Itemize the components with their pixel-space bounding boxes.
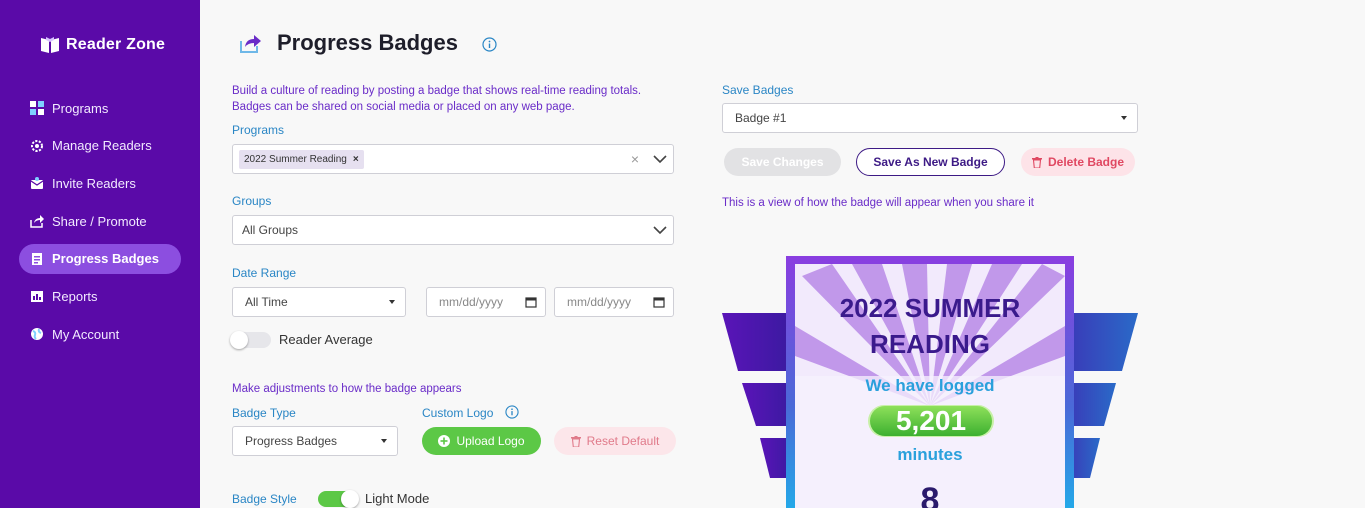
badge-style-toggle[interactable] xyxy=(318,490,359,508)
date-range-value: All Time xyxy=(245,295,288,309)
badge-type-value: Progress Badges xyxy=(245,434,338,448)
globe-icon xyxy=(30,327,44,341)
upload-logo-label: Upload Logo xyxy=(456,434,525,448)
toggle-knob xyxy=(230,331,248,349)
sidebar-item-label: Reports xyxy=(52,288,98,304)
sidebar-item-programs[interactable]: Programs xyxy=(19,93,181,123)
badge-next-value: 8 xyxy=(920,481,940,508)
trash-icon xyxy=(1031,156,1042,168)
sidebar-item-progress-badges[interactable]: Progress Badges xyxy=(19,243,181,274)
reset-default-button[interactable]: Reset Default xyxy=(554,427,676,455)
save-as-new-badge-button[interactable]: Save As New Badge xyxy=(856,148,1005,176)
end-date-input[interactable]: mm/dd/yyyy xyxy=(554,287,674,317)
adjust-label: Make adjustments to how the badge appear… xyxy=(232,383,462,395)
brand-logo[interactable]: Reader Zone xyxy=(40,36,165,54)
badge-preview: 2022 SUMMER READING We have logged 5,201… xyxy=(722,256,1138,508)
badge-title-line2: READING xyxy=(870,329,990,359)
calendar-icon[interactable] xyxy=(653,296,665,308)
program-chip-label: 2022 Summer Reading xyxy=(244,153,347,165)
book-icon xyxy=(41,37,59,53)
gear-icon xyxy=(30,139,44,153)
info-icon[interactable] xyxy=(505,405,519,419)
badge-title: 2022 SUMMER READING xyxy=(786,290,1074,362)
saved-badge-select[interactable]: Badge #1 xyxy=(722,103,1138,133)
badge-title-line1: 2022 SUMMER xyxy=(839,293,1021,323)
badge-icon xyxy=(30,252,44,266)
sidebar-item-label: Programs xyxy=(52,100,109,116)
start-date-placeholder: mm/dd/yyyy xyxy=(439,295,504,309)
badge-style-value: Light Mode xyxy=(365,491,430,506)
save-as-new-label: Save As New Badge xyxy=(873,155,988,169)
info-icon[interactable] xyxy=(482,37,497,52)
sidebar-item-invite-readers[interactable]: Invite Readers xyxy=(19,168,181,198)
toggle-knob xyxy=(341,490,359,508)
programs-label: Programs xyxy=(232,123,285,137)
brand-name: Reader Zone xyxy=(66,36,166,53)
groups-value: All Groups xyxy=(242,223,299,237)
sidebar-item-label: Invite Readers xyxy=(52,175,136,191)
upload-logo-button[interactable]: Upload Logo xyxy=(422,427,541,455)
badge-type-select[interactable]: Progress Badges xyxy=(232,426,398,456)
chevron-down-icon[interactable] xyxy=(653,154,667,164)
envelope-icon xyxy=(30,176,44,190)
sidebar-nav: Programs Manage Readers Invite Readers S… xyxy=(19,93,181,357)
sidebar-item-label: Progress Badges xyxy=(52,251,159,267)
clear-icon[interactable]: × xyxy=(631,151,639,167)
sidebar-item-my-account[interactable]: My Account xyxy=(19,319,181,349)
report-icon xyxy=(30,289,44,303)
start-date-input[interactable]: mm/dd/yyyy xyxy=(426,287,546,317)
grid-icon xyxy=(30,101,44,115)
sidebar-item-manage-readers[interactable]: Manage Readers xyxy=(19,131,181,161)
chevron-down-icon[interactable] xyxy=(653,225,667,235)
save-badges-label: Save Badges xyxy=(722,83,794,97)
badge-count: 5,201 xyxy=(895,405,967,436)
program-chip: 2022 Summer Reading × xyxy=(239,149,364,169)
caret-down-icon xyxy=(1121,116,1127,120)
save-changes-button[interactable]: Save Changes xyxy=(724,148,841,176)
groups-label: Groups xyxy=(232,194,272,208)
trash-icon xyxy=(570,435,581,447)
calendar-icon[interactable] xyxy=(525,296,537,308)
custom-logo-label: Custom Logo xyxy=(422,406,494,420)
sidebar: Reader Zone Programs Manage Readers Invi… xyxy=(0,0,200,508)
badge-type-label: Badge Type xyxy=(232,406,296,420)
chip-remove-icon[interactable]: × xyxy=(353,154,359,165)
badge-unit: minutes xyxy=(897,445,963,464)
plus-circle-icon xyxy=(438,435,451,447)
end-date-placeholder: mm/dd/yyyy xyxy=(567,295,632,309)
reader-average-toggle[interactable] xyxy=(230,331,271,349)
reader-average-label: Reader Average xyxy=(279,332,373,347)
groups-select[interactable]: All Groups xyxy=(232,215,674,245)
share-icon xyxy=(30,214,44,228)
share-badge-icon xyxy=(240,35,261,53)
save-changes-label: Save Changes xyxy=(741,155,824,169)
sidebar-item-share-promote[interactable]: Share / Promote xyxy=(19,206,181,236)
sidebar-item-label: Manage Readers xyxy=(52,138,152,154)
date-range-select[interactable]: All Time xyxy=(232,287,406,317)
reset-default-label: Reset Default xyxy=(586,434,660,448)
caret-down-icon xyxy=(381,439,387,443)
sidebar-item-label: Share / Promote xyxy=(52,213,147,229)
saved-badge-value: Badge #1 xyxy=(735,111,787,125)
sidebar-item-label: My Account xyxy=(52,326,120,342)
badge-logged-text: We have logged xyxy=(865,376,995,395)
page-title: Progress Badges xyxy=(277,30,458,55)
preview-note: This is a view of how the badge will app… xyxy=(722,197,1034,209)
delete-badge-button[interactable]: Delete Badge xyxy=(1021,148,1135,176)
page-description: Build a culture of reading by posting a … xyxy=(232,85,642,113)
sidebar-item-reports[interactable]: Reports xyxy=(19,281,181,311)
caret-down-icon xyxy=(389,300,395,304)
delete-badge-label: Delete Badge xyxy=(1047,155,1125,169)
badge-style-label: Badge Style xyxy=(232,492,297,506)
date-range-label: Date Range xyxy=(232,266,297,280)
programs-multiselect[interactable]: 2022 Summer Reading × × xyxy=(232,144,674,174)
